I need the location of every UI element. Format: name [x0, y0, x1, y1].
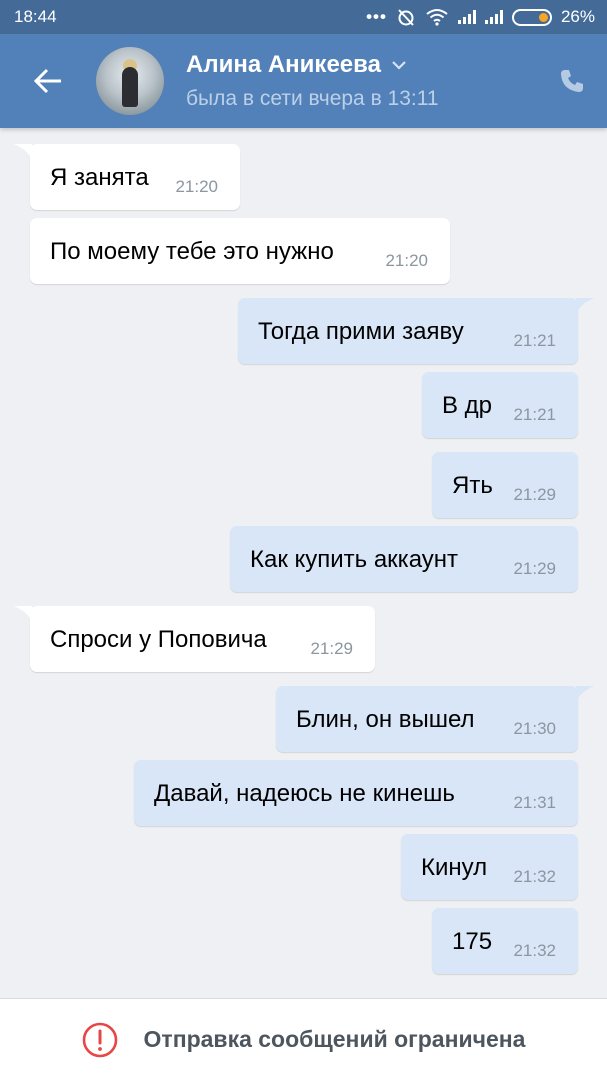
restricted-message: Отправка сообщений ограничена: [143, 1026, 526, 1052]
message-bubble[interactable]: Ять 21:29: [432, 452, 578, 518]
message-time: 21:29: [513, 559, 556, 578]
message-time: 21:30: [513, 719, 556, 738]
message-text: Давай, надеюсь не кинешь: [154, 780, 455, 807]
status-icons: ••• 26%: [366, 7, 595, 27]
message-bubble[interactable]: Давай, надеюсь не кинешь 21:31: [134, 760, 578, 826]
battery-percent: 26%: [560, 7, 595, 26]
arrow-left-icon: [33, 68, 61, 94]
peer-last-seen: была в сети вчера в 13:11: [186, 87, 439, 110]
message-text: Кинул: [421, 854, 488, 881]
message-text: В др: [442, 392, 493, 419]
message-bubble[interactable]: Как купить аккаунт 21:29: [230, 526, 578, 592]
message-text: Я занята: [50, 164, 149, 191]
alarm-off-icon: [398, 9, 414, 26]
battery-icon: [511, 8, 552, 26]
peer-name: Алина Аникеева: [186, 51, 381, 78]
message-bubble[interactable]: Я занята 21:20: [30, 144, 240, 210]
message-time: 21:20: [385, 251, 428, 270]
signal-icon: [484, 10, 503, 24]
message-time: 21:31: [513, 793, 556, 812]
message-text: Тогда прими заяву: [258, 318, 464, 345]
message-bubble[interactable]: Блин, он вышел 21:30: [276, 686, 578, 752]
message-bubble[interactable]: 175 21:32: [432, 908, 578, 974]
back-button[interactable]: [0, 34, 96, 128]
bubble-tail: [576, 298, 594, 314]
message-text: Как купить аккаунт: [250, 546, 459, 573]
call-button[interactable]: [537, 67, 607, 95]
message-bubble[interactable]: По моему тебе это нужно 21:20: [30, 218, 450, 284]
message-time: 21:32: [513, 941, 556, 960]
message-bubble[interactable]: Спроси у Поповича 21:29: [30, 606, 375, 672]
wifi-icon: [426, 9, 448, 26]
status-bar: 18:44 ••• 26%: [0, 0, 607, 34]
message-time: 21:29: [310, 639, 353, 658]
message-text: Спроси у Поповича: [50, 626, 267, 653]
signal-icon: [457, 10, 476, 24]
message-time: 21:21: [513, 405, 556, 424]
message-text: Блин, он вышел: [296, 706, 475, 733]
bubble-tail: [576, 686, 594, 702]
status-time: 18:44: [14, 7, 57, 26]
more-dots-icon: •••: [366, 7, 387, 26]
bubble-tail: [14, 606, 32, 622]
message-time: 21:29: [513, 485, 556, 504]
chat-header: Алина Аникеева была в сети вчера в 13:11: [0, 34, 607, 128]
avatar[interactable]: [96, 47, 164, 115]
message-bubble[interactable]: В др 21:21: [422, 372, 578, 438]
phone-icon: [561, 70, 583, 92]
chevron-down-icon: [392, 61, 406, 70]
message-time: 21:32: [513, 867, 556, 886]
message-time: 21:21: [513, 331, 556, 350]
message-text: По моему тебе это нужно: [50, 238, 334, 265]
message-bubble[interactable]: Тогда прими заяву 21:21: [238, 298, 578, 364]
bubble-tail: [14, 144, 32, 160]
message-bubble[interactable]: Кинул 21:32: [401, 834, 578, 900]
message-time: 21:20: [175, 177, 218, 196]
message-input-restricted: Отправка сообщений ограничена: [0, 998, 607, 1080]
warning-icon: [82, 1022, 117, 1057]
message-text: Ять: [452, 472, 493, 499]
message-text: 175: [452, 928, 493, 955]
peer-info[interactable]: Алина Аникеева была в сети вчера в 13:11: [186, 51, 537, 111]
